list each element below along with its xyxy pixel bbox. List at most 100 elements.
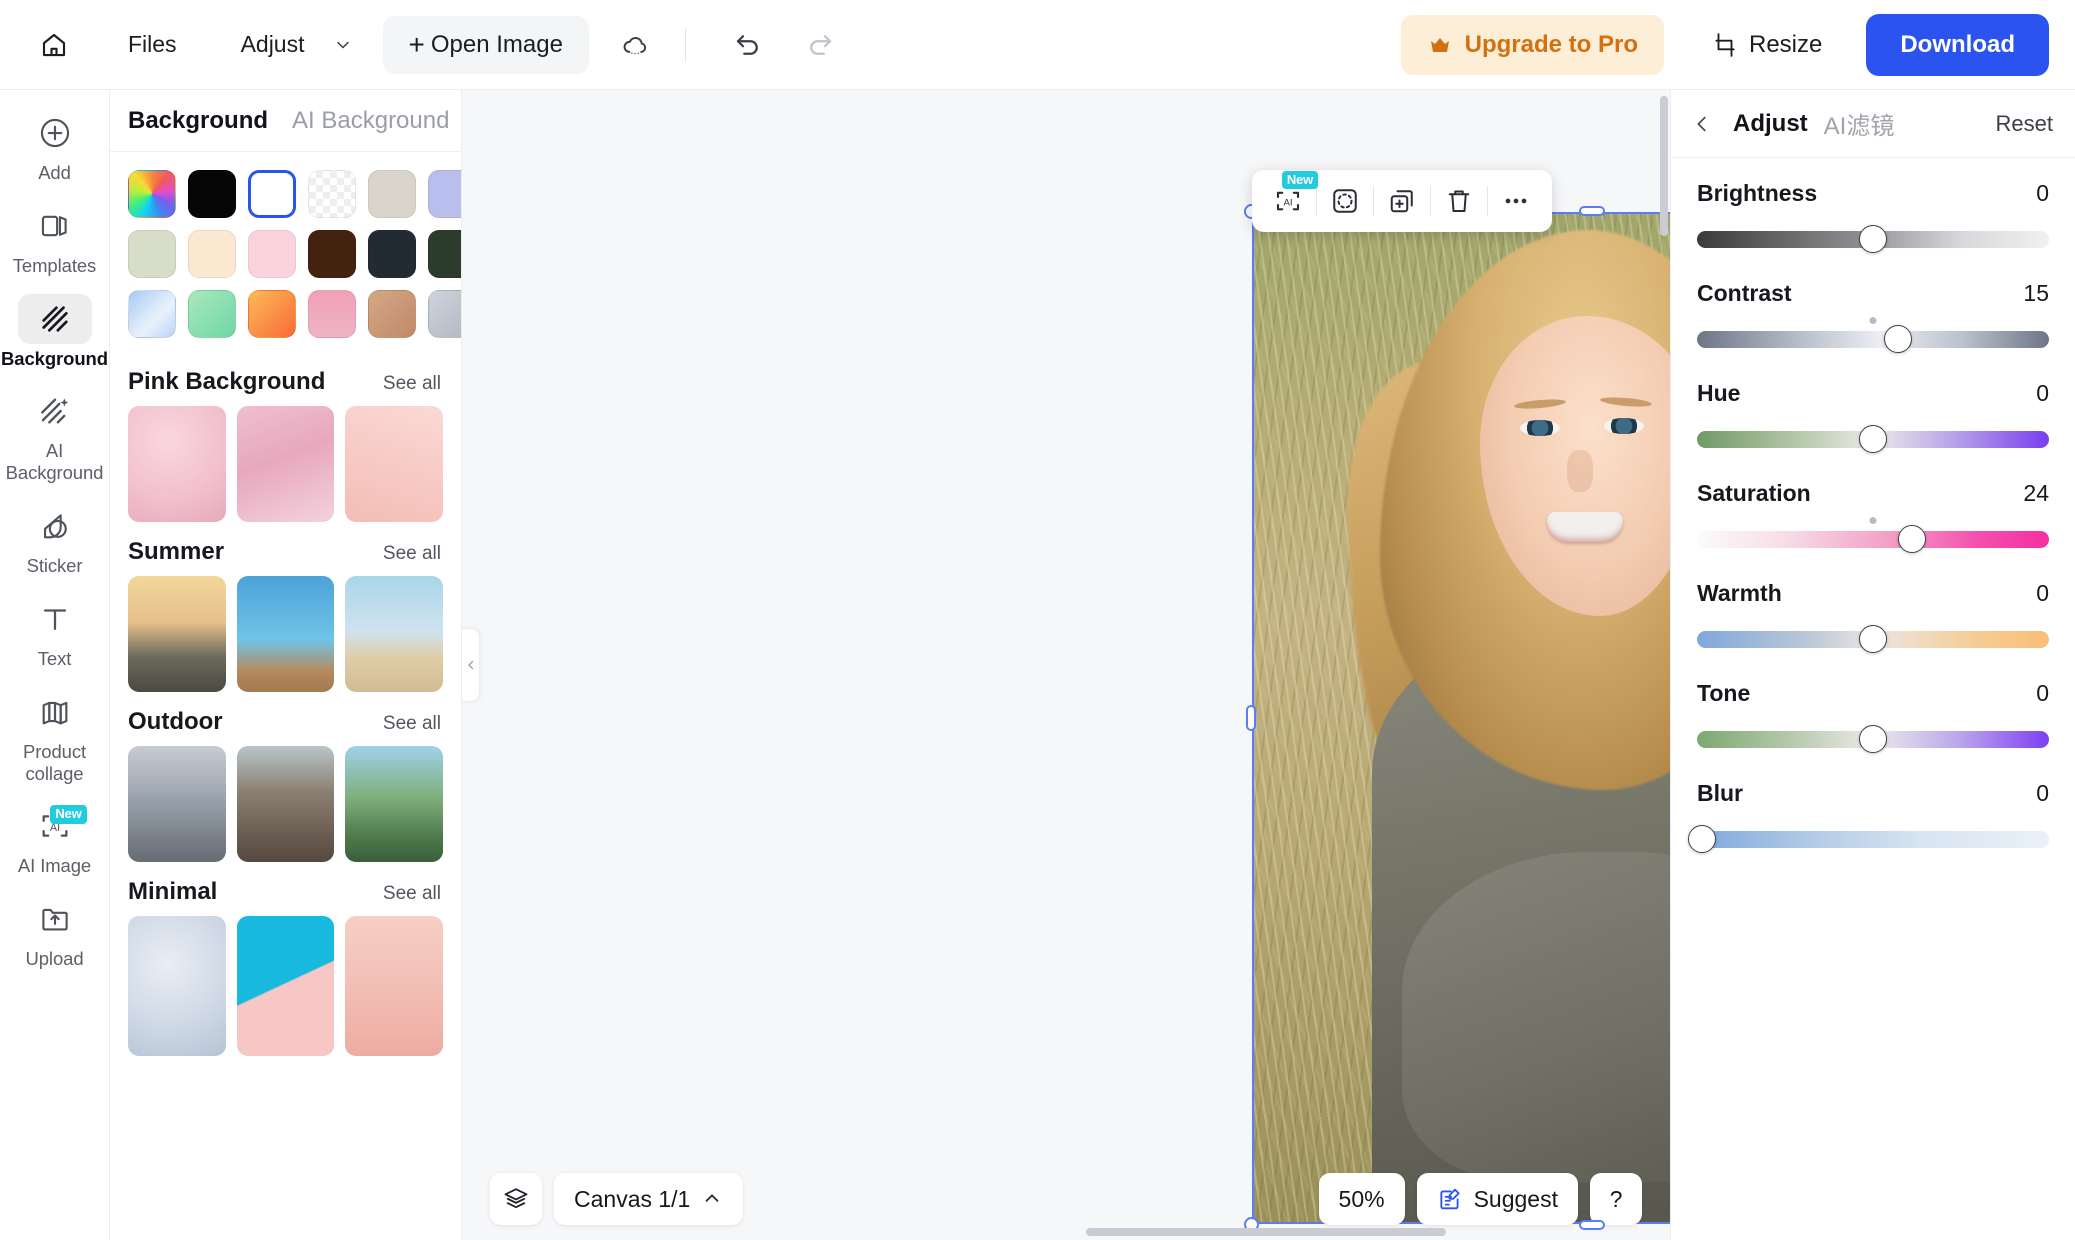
thumb-row-summer	[110, 576, 461, 692]
thumb-item[interactable]	[345, 746, 443, 862]
slider-knob-warmth[interactable]	[1859, 625, 1887, 653]
swatch-silver-gradient[interactable]	[428, 290, 461, 338]
swatch-charcoal-blue[interactable]	[368, 230, 416, 278]
chevron-down-icon[interactable]	[333, 35, 353, 55]
swatch-sage[interactable]	[128, 230, 176, 278]
swatch-orange-gradient[interactable]	[248, 290, 296, 338]
slider-value-warmth: 0	[2036, 580, 2049, 606]
thumb-item[interactable]	[345, 916, 443, 1056]
duplicate-tool-button[interactable]	[1374, 177, 1430, 225]
swatch-rose-gradient[interactable]	[308, 290, 356, 338]
slider-header: Warmth 0	[1697, 580, 2049, 607]
download-button[interactable]: Download	[1866, 13, 2049, 76]
swatch-blue-gradient[interactable]	[128, 290, 176, 338]
thumb-item[interactable]	[236, 406, 335, 522]
swatch-color-picker[interactable]	[128, 170, 176, 218]
tab-adjust[interactable]: Adjust	[1733, 110, 1808, 138]
upload-icon	[38, 902, 72, 936]
cloud-sync-button[interactable]	[609, 19, 661, 71]
thumb-item[interactable]	[345, 576, 443, 692]
slider-track-saturation[interactable]	[1697, 531, 2049, 548]
thumb-item[interactable]	[128, 406, 226, 522]
canvas-horizontal-scrollbar[interactable]	[1076, 1228, 1656, 1236]
delete-tool-button[interactable]	[1431, 177, 1487, 225]
sidebar-item-ai-image[interactable]: AI New AI Image	[9, 797, 101, 884]
swatch-pink[interactable]	[248, 230, 296, 278]
swatch-tan-gradient[interactable]	[368, 290, 416, 338]
see-all-minimal[interactable]: See all	[383, 883, 441, 905]
back-button[interactable]	[1687, 107, 1717, 141]
tab-ai-filter[interactable]: AI滤镜	[1824, 106, 1895, 141]
help-button[interactable]: ?	[1590, 1173, 1642, 1225]
ai-tool-button[interactable]: AI New	[1260, 171, 1318, 225]
slider-label-contrast: Contrast	[1697, 280, 1792, 306]
upgrade-to-pro-button[interactable]: Upgrade to Pro	[1400, 14, 1664, 75]
scrollbar-thumb[interactable]	[1086, 1228, 1446, 1236]
adjust-menu[interactable]: Adjust	[227, 21, 319, 69]
thumb-item[interactable]	[128, 576, 226, 692]
undo-button[interactable]	[722, 19, 774, 71]
slider-knob-blur[interactable]	[1688, 825, 1717, 853]
more-tool-button[interactable]	[1488, 177, 1544, 225]
background-panel: Background AI Background Pink Background…	[110, 90, 462, 1240]
swatch-dark-brown[interactable]	[308, 230, 356, 278]
slider-knob-brightness[interactable]	[1859, 225, 1887, 253]
swatch-periwinkle[interactable]	[428, 170, 461, 218]
panel-collapse-handle[interactable]	[462, 628, 480, 702]
duplicate-icon	[1387, 186, 1417, 216]
home-button[interactable]	[30, 21, 78, 69]
layers-button[interactable]	[490, 1173, 542, 1225]
thumb-item[interactable]	[128, 746, 226, 862]
open-image-button[interactable]: + Open Image	[382, 15, 589, 74]
swatch-white[interactable]	[248, 170, 296, 218]
thumb-item[interactable]	[236, 576, 335, 692]
thumb-item[interactable]	[345, 406, 443, 522]
slider-knob-tone[interactable]	[1859, 725, 1887, 753]
canvas-vertical-scrollbar[interactable]	[1660, 96, 1668, 1148]
sidebar-item-ai-background[interactable]: AI Background	[6, 382, 103, 491]
swatch-green-gradient[interactable]	[188, 290, 236, 338]
sidebar-item-templates[interactable]: Templates	[9, 197, 101, 284]
sidebar-item-sticker[interactable]: Sticker	[9, 497, 101, 584]
tab-background[interactable]: Background	[128, 107, 268, 135]
slider-knob-saturation[interactable]	[1897, 525, 1926, 553]
slider-track-contrast[interactable]	[1697, 331, 2049, 348]
thumb-item[interactable]	[236, 916, 335, 1056]
slider-track-blur[interactable]	[1697, 831, 2049, 848]
slider-knob-contrast[interactable]	[1883, 325, 1912, 353]
resize-handle-top[interactable]	[1579, 206, 1605, 216]
reset-button[interactable]: Reset	[1996, 111, 2053, 137]
see-all-pink-background[interactable]: See all	[383, 373, 441, 395]
sidebar-item-add[interactable]: Add	[9, 104, 101, 191]
see-all-summer[interactable]: See all	[383, 543, 441, 565]
see-all-outdoor[interactable]: See all	[383, 713, 441, 735]
selection-frame	[1252, 212, 1670, 1224]
swatch-forest-green[interactable]	[428, 230, 461, 278]
slider-knob-hue[interactable]	[1859, 425, 1887, 453]
swatch-transparent[interactable]	[308, 170, 356, 218]
redo-button[interactable]	[794, 19, 846, 71]
thumb-item[interactable]	[128, 916, 226, 1056]
thumb-row-outdoor	[110, 746, 461, 862]
swatch-cream[interactable]	[188, 230, 236, 278]
scrollbar-thumb[interactable]	[1660, 96, 1668, 236]
cutout-tool-button[interactable]	[1317, 177, 1373, 225]
selected-image-object[interactable]: insMind.com	[1244, 170, 1670, 1232]
resize-handle-left[interactable]	[1246, 705, 1256, 731]
sidebar-item-product-collage[interactable]: Product collage	[9, 683, 101, 792]
swatch-warm-grey[interactable]	[368, 170, 416, 218]
new-badge-ai-image: New	[50, 805, 87, 824]
sidebar-item-upload[interactable]: Upload	[9, 890, 101, 977]
canvas-area[interactable]: insMind.com	[462, 90, 1670, 1240]
zoom-level-button[interactable]: 50%	[1318, 1173, 1405, 1225]
suggest-button[interactable]: Suggest	[1416, 1173, 1578, 1225]
thumb-item[interactable]	[236, 746, 335, 862]
canvas-page-selector[interactable]: Canvas 1/1	[554, 1173, 744, 1225]
add-icon-box	[18, 108, 92, 158]
sidebar-item-background[interactable]: Background	[1, 290, 108, 377]
swatch-black[interactable]	[188, 170, 236, 218]
sidebar-item-text[interactable]: Text	[9, 590, 101, 677]
resize-button[interactable]: Resize	[1698, 17, 1836, 73]
files-menu[interactable]: Files	[114, 21, 191, 69]
tab-ai-background[interactable]: AI Background	[292, 107, 449, 135]
